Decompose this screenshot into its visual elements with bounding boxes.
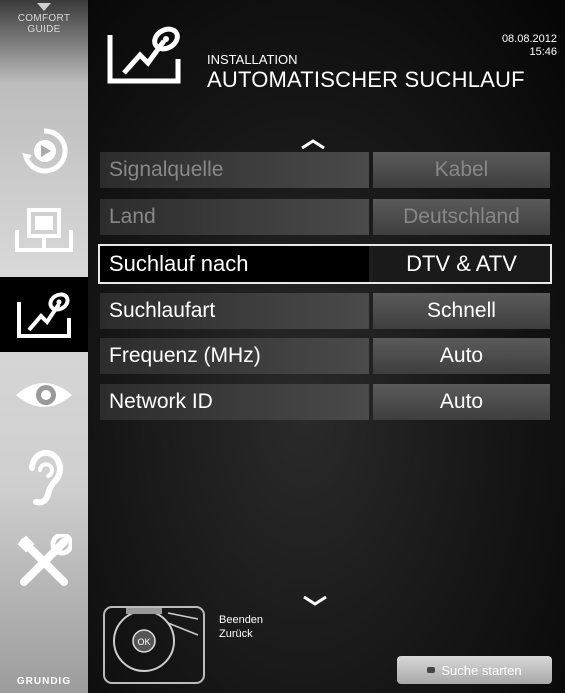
red-key-icon bbox=[427, 667, 436, 673]
menu-row: Signalquelle Kabel bbox=[100, 152, 550, 188]
menu-row-label: Land bbox=[100, 199, 369, 235]
menu-row: Land Deutschland bbox=[100, 199, 550, 235]
menu-row-label: Signalquelle bbox=[100, 152, 369, 188]
menu-row-label: Frequenz (MHz) bbox=[100, 338, 369, 374]
sidebar-item-eye[interactable] bbox=[0, 365, 88, 425]
page-title: AUTOMATISCHER SUCHLAUF bbox=[207, 67, 525, 92]
picture-icon bbox=[15, 208, 73, 252]
comfort-guide[interactable]: COMFORT GUIDE bbox=[0, 0, 88, 115]
menu-row-value[interactable]: Auto bbox=[373, 384, 550, 420]
menu-row-value[interactable]: Schnell bbox=[373, 293, 550, 329]
menu-row-value[interactable]: DTV & ATV bbox=[373, 246, 550, 282]
sidebar-item-source[interactable] bbox=[0, 123, 88, 178]
sidebar-item-tools[interactable] bbox=[0, 527, 88, 597]
menu-row[interactable]: Suchlauf nach DTV & ATV bbox=[98, 244, 552, 284]
exit-legend: Beenden bbox=[219, 614, 264, 626]
source-icon bbox=[22, 127, 68, 173]
sidebar: COMFORT GUIDE GRUNDIG bbox=[0, 0, 88, 693]
brand-logo: GRUNDIG bbox=[16, 676, 72, 687]
menu-row[interactable]: Suchlaufart Schnell bbox=[100, 293, 550, 329]
tools-icon bbox=[17, 534, 72, 586]
time-text: 15:46 bbox=[529, 46, 557, 58]
comfort-guide-line2: GUIDE bbox=[27, 24, 61, 35]
scroll-down-icon[interactable] bbox=[302, 590, 328, 611]
date-time: 08.08.2012 15:46 bbox=[502, 33, 557, 59]
sidebar-item-picture[interactable] bbox=[0, 195, 88, 263]
menu-row[interactable]: Network ID Auto bbox=[100, 384, 550, 420]
installation-icon bbox=[17, 291, 71, 338]
start-search-label: Suche starten bbox=[441, 662, 522, 678]
start-search-button[interactable]: Suche starten bbox=[397, 656, 552, 684]
ear-icon bbox=[29, 449, 63, 506]
menu-row-label: Suchlauf nach bbox=[100, 246, 369, 282]
date-text: 08.08.2012 bbox=[501, 33, 557, 45]
sidebar-item-installation[interactable] bbox=[0, 277, 88, 352]
menu-row-value: Deutschland bbox=[373, 199, 550, 235]
header-installation-icon bbox=[104, 25, 186, 92]
menu-row-label: Suchlaufart bbox=[100, 293, 369, 329]
eye-icon bbox=[16, 383, 72, 407]
sidebar-item-sound[interactable] bbox=[0, 443, 88, 513]
menu-row-label: Network ID bbox=[100, 384, 369, 420]
ok-label: OK bbox=[137, 637, 150, 647]
remote-navigation-icon: OK bbox=[102, 601, 212, 690]
back-legend: Zurück bbox=[219, 628, 253, 640]
scroll-up-icon[interactable] bbox=[300, 133, 326, 154]
comfort-guide-line1: COMFORT bbox=[17, 13, 71, 24]
up-triangle-icon bbox=[37, 3, 51, 11]
menu-row-value[interactable]: Auto bbox=[373, 338, 550, 374]
menu-row[interactable]: Frequenz (MHz) Auto bbox=[100, 338, 550, 374]
header-subtitle: INSTALLATION bbox=[207, 52, 298, 67]
menu-row-value: Kabel bbox=[373, 152, 550, 188]
